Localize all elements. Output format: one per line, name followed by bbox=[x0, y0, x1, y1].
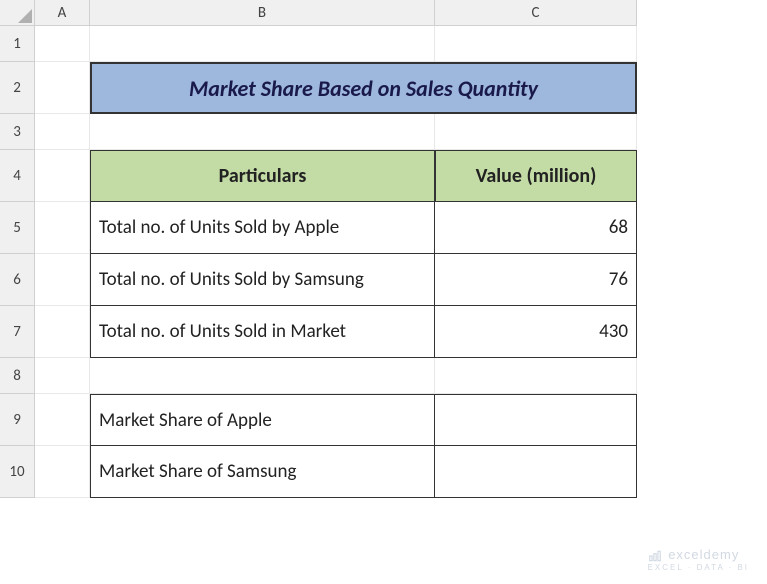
cell-a1[interactable] bbox=[35, 26, 90, 62]
cell-a9[interactable] bbox=[35, 394, 90, 446]
cell-a8[interactable] bbox=[35, 358, 90, 394]
row-header-2[interactable]: 2 bbox=[0, 62, 35, 114]
cell-a2[interactable] bbox=[35, 62, 90, 114]
row-header-10[interactable]: 10 bbox=[0, 446, 35, 498]
cell-c1[interactable] bbox=[435, 26, 637, 62]
row-header-3[interactable]: 3 bbox=[0, 114, 35, 150]
row-header-8[interactable]: 8 bbox=[0, 358, 35, 394]
cell-b5[interactable]: Total no. of Units Sold by Apple bbox=[90, 202, 435, 254]
title-cell[interactable]: Market Share Based on Sales Quantity bbox=[90, 62, 637, 114]
watermark: exceldemy EXCEL · DATA · BI bbox=[648, 547, 749, 572]
cell-c3[interactable] bbox=[435, 114, 637, 150]
cell-c7[interactable]: 430 bbox=[435, 306, 637, 358]
cell-c6[interactable]: 76 bbox=[435, 254, 637, 306]
cell-a4[interactable] bbox=[35, 150, 90, 202]
row-header-6[interactable]: 6 bbox=[0, 254, 35, 306]
cell-b8[interactable] bbox=[90, 358, 435, 394]
cell-b6[interactable]: Total no. of Units Sold by Samsung bbox=[90, 254, 435, 306]
cell-a3[interactable] bbox=[35, 114, 90, 150]
cell-b9[interactable]: Market Share of Apple bbox=[90, 394, 435, 446]
cell-a10[interactable] bbox=[35, 446, 90, 498]
row-header-1[interactable]: 1 bbox=[0, 26, 35, 62]
row-header-9[interactable]: 9 bbox=[0, 394, 35, 446]
cell-c5[interactable]: 68 bbox=[435, 202, 637, 254]
cell-b3[interactable] bbox=[90, 114, 435, 150]
cell-a7[interactable] bbox=[35, 306, 90, 358]
cell-c10[interactable] bbox=[435, 446, 637, 498]
col-header-a[interactable]: A bbox=[35, 0, 90, 26]
cell-a5[interactable] bbox=[35, 202, 90, 254]
watermark-tagline: EXCEL · DATA · BI bbox=[648, 563, 749, 572]
cell-b10[interactable]: Market Share of Samsung bbox=[90, 446, 435, 498]
cell-b1[interactable] bbox=[90, 26, 435, 62]
row-header-5[interactable]: 5 bbox=[0, 202, 35, 254]
row-header-7[interactable]: 7 bbox=[0, 306, 35, 358]
cell-c8[interactable] bbox=[435, 358, 637, 394]
select-all-corner[interactable] bbox=[0, 0, 35, 26]
header-value[interactable]: Value (million) bbox=[435, 150, 637, 202]
cell-b7[interactable]: Total no. of Units Sold in Market bbox=[90, 306, 435, 358]
logo-icon bbox=[648, 549, 662, 563]
spreadsheet-grid: A B C 1 2 Market Share Based on Sales Qu… bbox=[0, 0, 767, 498]
cell-c9[interactable] bbox=[435, 394, 637, 446]
col-header-c[interactable]: C bbox=[435, 0, 637, 26]
header-particulars[interactable]: Particulars bbox=[90, 150, 435, 202]
row-header-4[interactable]: 4 bbox=[0, 150, 35, 202]
col-header-b[interactable]: B bbox=[90, 0, 435, 26]
cell-a6[interactable] bbox=[35, 254, 90, 306]
watermark-brand: exceldemy bbox=[668, 547, 739, 562]
